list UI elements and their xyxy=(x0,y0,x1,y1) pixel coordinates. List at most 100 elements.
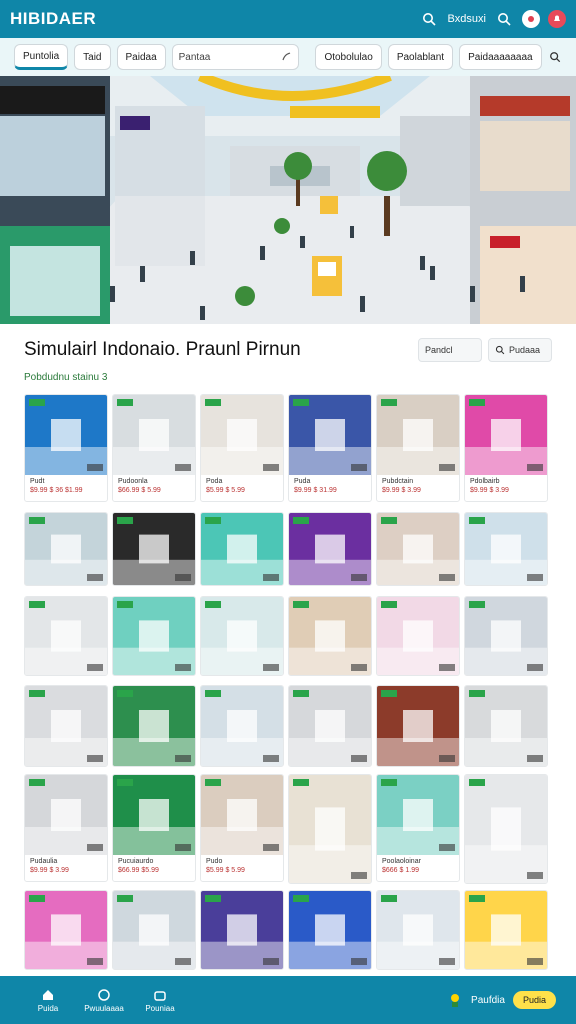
product-card[interactable] xyxy=(200,596,284,676)
nav-right-text[interactable]: Paufdia xyxy=(471,995,505,1006)
top-header: HIBIDAER Bxdsuxi xyxy=(0,0,576,38)
bag-icon xyxy=(154,990,166,1001)
product-caption: Poda $5.99 $ 5.99 xyxy=(201,475,283,501)
product-price: $66.99 $ 5.99 xyxy=(118,487,161,494)
product-thumbnail xyxy=(113,891,195,969)
filter-chip-6[interactable]: Paidaaaaaaaa xyxy=(459,44,542,70)
filter-chip-1[interactable]: Puntolia xyxy=(14,44,69,70)
product-thumbnail xyxy=(465,597,547,675)
product-thumbnail xyxy=(201,513,283,585)
product-caption: Pudo $5.99 $ 5.99 xyxy=(201,855,283,881)
filter-chip-5[interactable]: Paolablant xyxy=(387,44,454,70)
product-card[interactable]: Pudoonla $66.99 $ 5.99 xyxy=(112,394,196,502)
product-name: Pudt xyxy=(30,478,45,485)
product-thumbnail xyxy=(201,395,283,475)
header-actions: Bxdsuxi xyxy=(419,9,566,29)
product-thumbnail xyxy=(201,597,283,675)
filter-chip-4[interactable]: Otobolulao xyxy=(315,44,382,70)
product-card[interactable] xyxy=(24,596,108,676)
product-card[interactable] xyxy=(376,512,460,586)
product-name: Poolaoloinar xyxy=(382,858,421,865)
product-caption: Pucuiaurdo $66.99 $5.99 xyxy=(113,855,195,881)
camera-icon[interactable] xyxy=(522,10,540,28)
product-thumbnail xyxy=(25,395,107,475)
search-box-label: Pudaaa xyxy=(509,345,541,355)
nav-profile-label: Pouniaa xyxy=(145,1003,175,1013)
product-card[interactable] xyxy=(464,890,548,970)
product-card[interactable] xyxy=(24,685,108,767)
product-caption: Pudoonla $66.99 $ 5.99 xyxy=(113,475,195,501)
product-card[interactable]: Pudo $5.99 $ 5.99 xyxy=(200,774,284,882)
product-card[interactable] xyxy=(288,512,372,586)
search-icon xyxy=(495,345,505,355)
product-thumbnail xyxy=(289,686,371,766)
product-thumbnail xyxy=(377,395,459,475)
nav-profile[interactable]: Pouniaa xyxy=(132,988,188,1013)
nav-home[interactable]: Puida xyxy=(20,988,76,1013)
search-box[interactable]: Pudaaa xyxy=(488,338,552,362)
nav-right-group: Paufdia Pudia xyxy=(447,991,556,1009)
product-grid: Pudt $9.99 $ 36 $1.99 Pudoonla $66.99 $ 5.9… xyxy=(24,394,552,974)
product-thumbnail xyxy=(113,686,195,766)
hero-banner-image xyxy=(0,76,576,324)
product-thumbnail xyxy=(465,891,547,969)
search-input[interactable]: Pantaa xyxy=(171,44,300,70)
product-price: $9.99 $ 3.99 xyxy=(382,487,421,494)
search-icon-filter[interactable] xyxy=(548,47,562,67)
product-card[interactable] xyxy=(112,890,196,970)
product-caption: Puda $9.99 $ 31.99 xyxy=(289,475,371,501)
product-card[interactable] xyxy=(24,890,108,970)
product-thumbnail xyxy=(377,597,459,675)
product-card[interactable]: Pdolbairb $9.99 $ 3.99 xyxy=(464,394,548,502)
product-card[interactable]: Pucuiaurdo $66.99 $5.99 xyxy=(112,774,196,882)
product-card[interactable] xyxy=(288,596,372,676)
product-price: $9.99 $ 3.99 xyxy=(30,867,69,874)
product-card[interactable] xyxy=(200,685,284,767)
product-card[interactable] xyxy=(288,685,372,767)
product-card[interactable] xyxy=(464,512,548,586)
search-icon xyxy=(282,52,291,61)
nav-browse[interactable]: Pwuulaaaa xyxy=(76,988,132,1013)
product-thumbnail xyxy=(201,686,283,766)
product-card[interactable] xyxy=(112,596,196,676)
app-logo[interactable]: HIBIDAER xyxy=(10,9,96,29)
product-card[interactable] xyxy=(200,512,284,586)
product-name: Pdolbairb xyxy=(470,478,500,485)
mascot-icon xyxy=(451,994,460,1007)
product-card[interactable] xyxy=(376,685,460,767)
search-icon-secondary[interactable] xyxy=(494,9,514,29)
product-card[interactable]: Poolaoloinar $666 $ 1.99 xyxy=(376,774,460,882)
product-card[interactable]: Puda $9.99 $ 31.99 xyxy=(288,394,372,502)
notification-icon[interactable] xyxy=(548,10,566,28)
product-card[interactable] xyxy=(288,774,372,884)
product-card[interactable]: Pudaulia $9.99 $ 3.99 xyxy=(24,774,108,882)
product-name: Pudoonla xyxy=(118,478,148,485)
product-card[interactable]: Pubdctain $9.99 $ 3.99 xyxy=(376,394,460,502)
product-card[interactable] xyxy=(376,890,460,970)
filter-chip-3[interactable]: Paidaa xyxy=(116,44,166,70)
product-card[interactable] xyxy=(464,774,548,884)
product-card[interactable] xyxy=(464,596,548,676)
product-thumbnail xyxy=(25,597,107,675)
product-thumbnail xyxy=(465,686,547,766)
product-card[interactable] xyxy=(24,512,108,586)
product-card[interactable] xyxy=(376,596,460,676)
sort-select[interactable]: Pandcl xyxy=(418,338,482,362)
product-card[interactable] xyxy=(464,685,548,767)
product-thumbnail xyxy=(377,891,459,969)
filter-chip-2[interactable]: Taid xyxy=(74,44,111,70)
nav-action-button[interactable]: Pudia xyxy=(512,991,556,1009)
title-controls: Pandcl Pudaaa xyxy=(418,338,552,362)
product-card[interactable] xyxy=(112,512,196,586)
product-thumbnail xyxy=(377,686,459,766)
product-card[interactable] xyxy=(200,890,284,970)
product-thumbnail xyxy=(289,891,371,969)
product-card[interactable]: Poda $5.99 $ 5.99 xyxy=(200,394,284,502)
home-icon xyxy=(43,989,53,1000)
header-link[interactable]: Bxdsuxi xyxy=(447,13,486,25)
search-icon[interactable] xyxy=(419,9,439,29)
product-thumbnail xyxy=(289,395,371,475)
product-card[interactable]: Pudt $9.99 $ 36 $1.99 xyxy=(24,394,108,502)
product-card[interactable] xyxy=(112,685,196,767)
product-card[interactable] xyxy=(288,890,372,970)
